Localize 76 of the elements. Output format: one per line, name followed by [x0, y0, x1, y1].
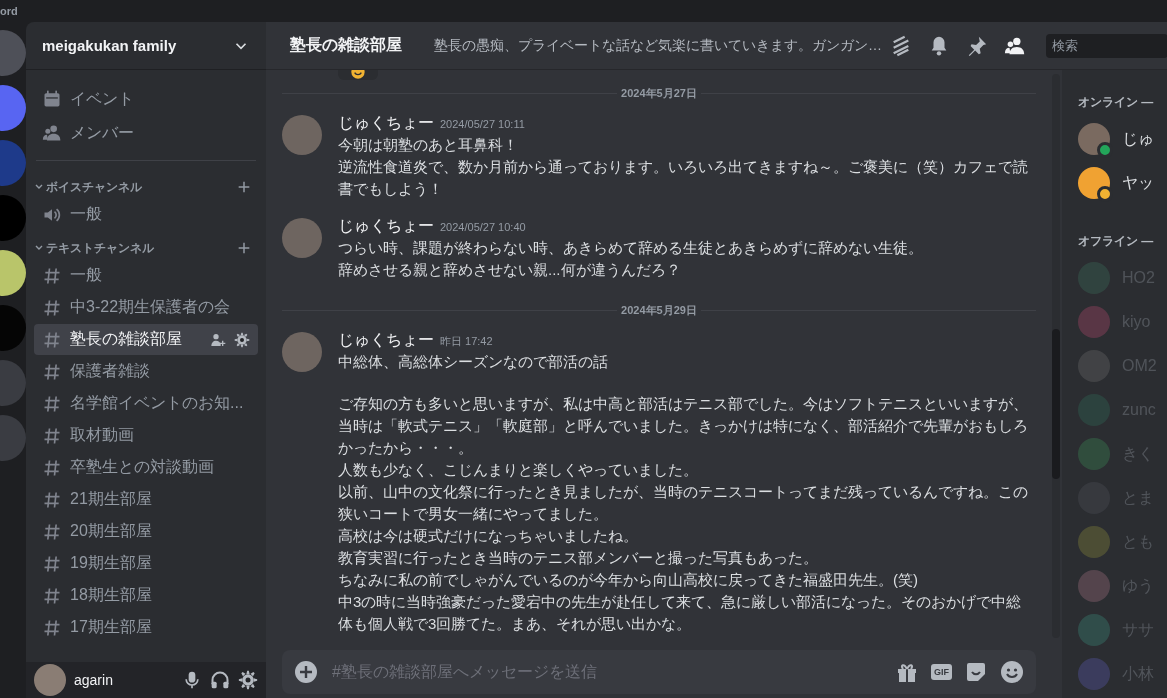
message-text: 中総体、高総体シーズンなので部活の話 [338, 352, 609, 372]
category-label[interactable]: ボイスチャンネル [46, 178, 236, 196]
timestamp: 2024/05/27 10:40 [440, 221, 526, 233]
headphones-icon[interactable] [210, 670, 230, 690]
message-text: 人数も少なく、こじんまりと楽しくやっていました。 [338, 460, 699, 480]
channel-item[interactable]: 塾長の雑談部屋 [34, 324, 258, 355]
scrollbar[interactable] [1052, 74, 1060, 638]
hash-icon [42, 297, 62, 318]
timestamp: 昨日 17:42 [440, 335, 493, 347]
message-text: 高校は今は硬式だけになっちゃいましたね。 [338, 526, 639, 546]
message-text: 逆流性食道炎で、数か月前から通っております。いろいろ出てきますね～。ご褒美に（笑）カフェで読書でもしよう！ [338, 157, 1029, 199]
hash-icon [42, 521, 62, 542]
channel-item[interactable]: 21期生部屋 [34, 484, 258, 515]
username: agarin [74, 672, 114, 688]
message-text: ちなみに私の前でしゃがんでいるのが今年から向山高校に戻ってきた福盛田先生。(笑) [338, 570, 919, 590]
author-name[interactable]: じゅくちょー [338, 331, 434, 348]
hash-icon [42, 393, 62, 414]
date-divider: 2024年5月29日 [620, 303, 698, 318]
channel-title: 塾長の雑談部屋 [290, 35, 402, 55]
nav-item[interactable]: イベント [34, 82, 258, 116]
server-name[interactable]: meigakukan family [42, 37, 177, 54]
hash-icon [42, 329, 62, 350]
member-item[interactable]: じゅ [1078, 117, 1167, 161]
category-label[interactable]: テキストチャンネル [46, 239, 236, 257]
channel-item[interactable]: 一般 [34, 199, 258, 230]
plus-circle-icon[interactable] [294, 660, 318, 684]
avatar[interactable] [34, 664, 66, 696]
nav-item[interactable]: メンバー [34, 116, 258, 150]
timestamp: 2024/05/27 10:11 [440, 118, 525, 130]
settings-icon[interactable] [238, 670, 258, 690]
channel-item[interactable]: 中3-22期生保護者の会 [34, 292, 258, 323]
member-group-title: オフライン — [1078, 233, 1155, 250]
emoji-icon[interactable] [1000, 660, 1024, 684]
hash-icon [42, 489, 62, 510]
hash-icon [42, 457, 62, 478]
channel-item[interactable]: 20期生部屋 [34, 516, 258, 547]
message-text: 教育実習に行ったとき当時のテニス部メンバーと撮った写真もあった。 [338, 548, 819, 568]
calendar-icon [42, 89, 62, 109]
plus-icon[interactable] [236, 240, 252, 256]
channel-item[interactable]: 一般 [34, 260, 258, 291]
hash-icon [42, 585, 62, 606]
message-text: 辞めさせる親と辞めさせない親...何が違うんだろ？ [338, 260, 682, 280]
pin-icon[interactable] [966, 34, 988, 57]
message-text: ご存知の方も多いと思いますが、私は中高と部活はテニス部でした。今はソフトテニスといいますが、当時は「軟式テニス」「軟庭部」と呼んでいました。きっかけは特になく、部活紹介で先輩がおもしろかったから・・・。 [338, 394, 1029, 458]
channel-item[interactable]: 取材動画 [34, 420, 258, 451]
channel-item[interactable]: 17期生部屋 [34, 612, 258, 643]
hash-icon [42, 617, 62, 638]
add-member-icon[interactable] [210, 331, 226, 348]
member-group-title: オンライン — [1078, 94, 1155, 111]
channel-item[interactable]: 名学館イベントのお知... [34, 388, 258, 419]
microphone-icon[interactable] [182, 670, 202, 690]
hash-icon [42, 265, 62, 286]
gif-button[interactable]: GIF [931, 664, 952, 680]
message-text: 今朝は朝塾のあと耳鼻科！ [338, 135, 519, 155]
channel-item[interactable]: 卒塾生との対談動画 [34, 452, 258, 483]
channel-item[interactable]: 18期生部屋 [34, 580, 258, 611]
member-item[interactable]: ヤッ [1078, 161, 1167, 205]
author-name[interactable]: じゅくちょー [338, 114, 434, 131]
search-field[interactable]: 検索 [1046, 33, 1167, 58]
channel-item[interactable]: 保護者雑談 [34, 356, 258, 387]
date-divider: 2024年5月27日 [620, 86, 698, 101]
channel-item[interactable]: 19期生部屋 [34, 548, 258, 579]
message-text: つらい時、課題が終わらない時、あきらめて辞める生徒とあきらめずに辞めない生徒。 [338, 238, 923, 258]
channel-topic[interactable]: 塾長の愚痴、プライベートな話など気楽に書いていきます。ガンガン… [434, 36, 882, 55]
app-title: ord [0, 5, 18, 17]
message-text: 中3の時に当時強豪だった愛宕中の先生が赴任して来て、急に厳しい部活になった。そのおかげで中総体も個人戦で3回勝てた。まあ、それが思い出かな。 [338, 592, 1023, 634]
settings-icon[interactable] [234, 331, 250, 348]
message-text: 以前、山中の文化祭に行ったとき見ましたが、当時のテニスコートってまだ残っているんですね。この狭いコートで男女一緒にやってました。 [338, 482, 1029, 524]
hash-icon [42, 553, 62, 574]
author-name[interactable]: じゅくちょー [338, 217, 434, 234]
people-icon [42, 123, 62, 143]
plus-icon[interactable] [236, 179, 252, 195]
threads-icon[interactable] [890, 34, 912, 57]
hash-icon [42, 425, 62, 446]
sticker-icon[interactable] [964, 660, 988, 684]
hash-icon [42, 361, 62, 382]
